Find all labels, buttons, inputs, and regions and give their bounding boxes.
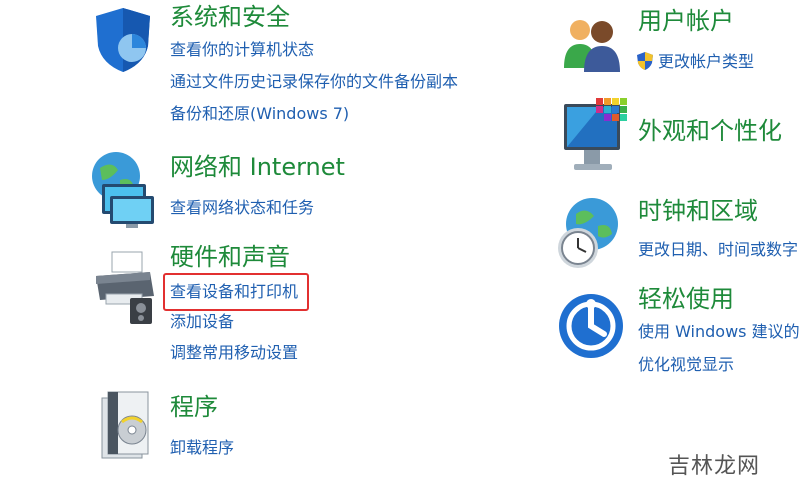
change-date-time-link[interactable]: 更改日期、时间或数字 [638, 240, 798, 260]
programs-icon[interactable] [96, 388, 156, 468]
user-accounts-icon[interactable] [560, 12, 624, 78]
uac-shield-icon [636, 51, 654, 75]
network-status-link[interactable]: 查看网络状态和任务 [170, 198, 314, 218]
mobility-settings-link[interactable]: 调整常用移动设置 [170, 343, 298, 363]
view-computer-status-link[interactable]: 查看你的计算机状态 [170, 40, 314, 60]
add-device-link[interactable]: 添加设备 [170, 312, 234, 332]
windows-suggested-settings-link[interactable]: 使用 Windows 建议的 [638, 322, 800, 342]
file-history-backup-link[interactable]: 通过文件历史记录保存你的文件备份副本 [170, 72, 458, 92]
system-security-shield-icon[interactable] [92, 6, 154, 78]
optimize-visual-display-link[interactable]: 优化视觉显示 [638, 355, 734, 375]
clock-region-title[interactable]: 时钟和区域 [638, 196, 758, 226]
clock-region-icon[interactable] [556, 194, 622, 278]
watermark-text: 吉林龙网 [667, 454, 760, 479]
hardware-sound-title[interactable]: 硬件和声音 [170, 242, 290, 272]
programs-title[interactable]: 程序 [170, 392, 218, 422]
ease-of-access-icon[interactable] [558, 284, 624, 372]
user-accounts-title[interactable]: 用户帐户 [638, 6, 734, 36]
backup-restore-win7-link[interactable]: 备份和还原(Windows 7) [170, 104, 349, 124]
uninstall-program-link[interactable]: 卸载程序 [170, 438, 234, 458]
appearance-personalization-title[interactable]: 外观和个性化 [638, 116, 782, 146]
ease-of-access-title[interactable]: 轻松使用 [638, 284, 734, 314]
system-security-title[interactable]: 系统和安全 [170, 2, 290, 32]
network-internet-icon[interactable] [88, 150, 158, 234]
network-internet-title[interactable]: 网络和 Internet [170, 152, 345, 182]
view-devices-printers-link[interactable]: 查看设备和打印机 [170, 282, 298, 302]
change-account-type-link[interactable]: 更改帐户类型 [658, 52, 754, 72]
hardware-sound-printer-icon[interactable] [92, 250, 158, 330]
appearance-personalization-icon[interactable] [560, 98, 628, 182]
